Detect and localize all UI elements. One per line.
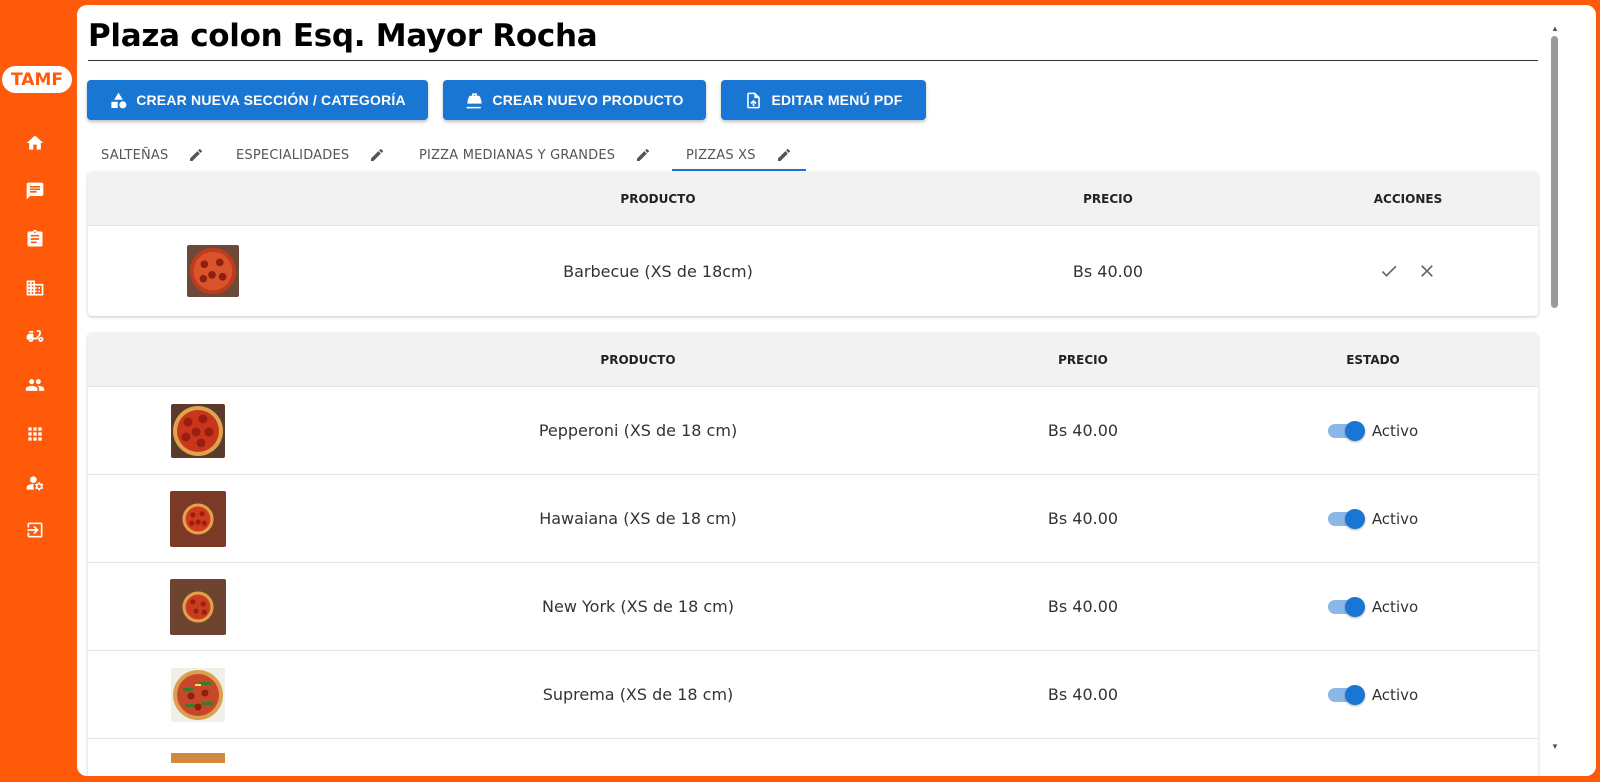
- tab-label: ESPECIALIDADES: [236, 147, 350, 163]
- user-settings-icon[interactable]: [24, 472, 46, 494]
- pencil-icon[interactable]: [188, 147, 204, 163]
- category-icon: [111, 92, 127, 108]
- product-price: Bs 40.00: [1047, 509, 1119, 528]
- pencil-icon[interactable]: [776, 147, 792, 163]
- tab-pizza-medianas-grandes[interactable]: PIZZA MEDIANAS Y GRANDES: [419, 136, 651, 174]
- product-thumbnail: [170, 490, 226, 547]
- status-cell: Activo: [1273, 475, 1473, 562]
- product-thumbnail: [171, 753, 225, 763]
- actions-cell: [1308, 226, 1508, 316]
- approve-check-icon[interactable]: [1379, 261, 1399, 281]
- column-header-status: ESTADO: [1346, 352, 1400, 367]
- status-label: Activo: [1371, 509, 1419, 528]
- table-header: PRODUCTO PRECIO ACCIONES: [88, 172, 1538, 225]
- toggle-knob: [1344, 420, 1365, 441]
- chat-icon[interactable]: [24, 180, 46, 202]
- create-product-label: CREAR NUEVO PRODUCTO: [492, 92, 684, 108]
- scroll-down-arrow[interactable]: ▼: [1550, 742, 1560, 752]
- toggle-knob: [1344, 508, 1365, 529]
- product-thumbnail: [171, 403, 225, 458]
- product-image-cell: [133, 739, 263, 776]
- status-toggle[interactable]: Activo: [1327, 508, 1419, 529]
- column-header-actions: ACCIONES: [1373, 191, 1443, 206]
- scroll-up-arrow[interactable]: ▲: [1550, 24, 1560, 34]
- product-image-cell: [148, 226, 278, 316]
- main-panel: Plaza colon Esq. Mayor Rocha CREAR NUEVA…: [77, 5, 1596, 776]
- people-icon[interactable]: [24, 374, 46, 396]
- product-image-cell: [133, 387, 263, 474]
- product-price: Bs 40.00: [1072, 261, 1144, 281]
- product-name: New York (XS de 18 cm): [542, 597, 734, 616]
- product-thumbnail: [170, 578, 226, 635]
- status-cell: Activo: [1273, 651, 1473, 738]
- product-name: Barbecue (XS de 18cm): [563, 261, 753, 281]
- toggle-knob: [1344, 596, 1365, 617]
- page-title: Plaza colon Esq. Mayor Rocha: [88, 18, 598, 54]
- food-service-icon: [466, 92, 483, 108]
- status-toggle[interactable]: Activo: [1327, 596, 1419, 617]
- status-label: Activo: [1371, 421, 1419, 440]
- create-section-label: CREAR NUEVA SECCIÓN / CATEGORÍA: [136, 92, 406, 108]
- pencil-icon[interactable]: [369, 147, 385, 163]
- product-thumbnail: [171, 667, 225, 722]
- column-header-price: PRECIO: [1058, 352, 1108, 367]
- create-section-button[interactable]: CREAR NUEVA SECCIÓN / CATEGORÍA: [87, 80, 428, 120]
- status-cell: Activo: [1273, 563, 1473, 650]
- toggle-track: [1327, 508, 1365, 529]
- title-divider: [88, 60, 1538, 61]
- column-header-price: PRECIO: [1083, 191, 1133, 206]
- table-row: [88, 738, 1538, 776]
- tab-especialidades[interactable]: ESPECIALIDADES: [236, 136, 385, 174]
- edit-menu-pdf-button[interactable]: EDITAR MENÚ PDF: [721, 80, 926, 120]
- table-row: Pepperoni (XS de 18 cm) Bs 40.00 Activo: [88, 386, 1538, 474]
- table-row: New York (XS de 18 cm) Bs 40.00 Activo: [88, 562, 1538, 650]
- product-thumbnail: [187, 245, 239, 297]
- product-image-cell: [133, 563, 263, 650]
- pending-products-table: PRODUCTO PRECIO ACCIONES Barbecue (XS de…: [88, 172, 1538, 316]
- brand-logo[interactable]: TAMF: [2, 66, 72, 93]
- products-table: PRODUCTO PRECIO ESTADO Pepperoni (XS de …: [88, 333, 1538, 776]
- status-cell: Activo: [1273, 387, 1473, 474]
- product-price: Bs 40.00: [1047, 597, 1119, 616]
- status-toggle[interactable]: Activo: [1327, 684, 1419, 705]
- clipboard-icon[interactable]: [24, 228, 46, 250]
- tab-saltenas[interactable]: SALTEÑAS: [101, 136, 204, 174]
- active-tab-indicator: [672, 169, 806, 171]
- sidebar: TAMF: [0, 0, 76, 782]
- home-icon[interactable]: [24, 132, 46, 154]
- tab-label: SALTEÑAS: [101, 147, 169, 163]
- tab-label: PIZZAS XS: [686, 147, 756, 163]
- column-header-product: PRODUCTO: [600, 352, 676, 367]
- apps-grid-icon[interactable]: [24, 423, 46, 445]
- table-row: Hawaiana (XS de 18 cm) Bs 40.00 Activo: [88, 474, 1538, 562]
- tab-label: PIZZA MEDIANAS Y GRANDES: [419, 147, 616, 163]
- status-label: Activo: [1371, 685, 1419, 704]
- product-name: Pepperoni (XS de 18 cm): [538, 421, 738, 440]
- column-header-product: PRODUCTO: [620, 191, 696, 206]
- upload-file-icon: [747, 92, 761, 108]
- product-image-cell: [133, 651, 263, 738]
- product-price: Bs 40.00: [1047, 685, 1119, 704]
- logout-icon[interactable]: [24, 519, 46, 541]
- delivery-scooter-icon[interactable]: [24, 325, 46, 347]
- pencil-icon[interactable]: [635, 147, 651, 163]
- status-toggle[interactable]: Activo: [1327, 420, 1419, 441]
- toggle-track: [1327, 420, 1365, 441]
- product-name: Hawaiana (XS de 18 cm): [539, 509, 737, 528]
- status-label: Activo: [1371, 597, 1419, 616]
- table-row: Suprema (XS de 18 cm) Bs 40.00 Activo: [88, 650, 1538, 738]
- toggle-track: [1327, 684, 1365, 705]
- table-row: Barbecue (XS de 18cm) Bs 40.00: [88, 225, 1538, 316]
- edit-menu-pdf-label: EDITAR MENÚ PDF: [771, 92, 903, 108]
- product-price: Bs 40.00: [1047, 421, 1119, 440]
- toggle-knob: [1344, 684, 1365, 705]
- table-header: PRODUCTO PRECIO ESTADO: [88, 333, 1538, 386]
- product-image-cell: [133, 475, 263, 562]
- reject-close-icon[interactable]: [1417, 261, 1437, 281]
- toggle-track: [1327, 596, 1365, 617]
- scrollbar-thumb[interactable]: [1551, 36, 1558, 308]
- building-icon[interactable]: [24, 277, 46, 299]
- product-name: Suprema (XS de 18 cm): [542, 685, 734, 704]
- create-product-button[interactable]: CREAR NUEVO PRODUCTO: [443, 80, 706, 120]
